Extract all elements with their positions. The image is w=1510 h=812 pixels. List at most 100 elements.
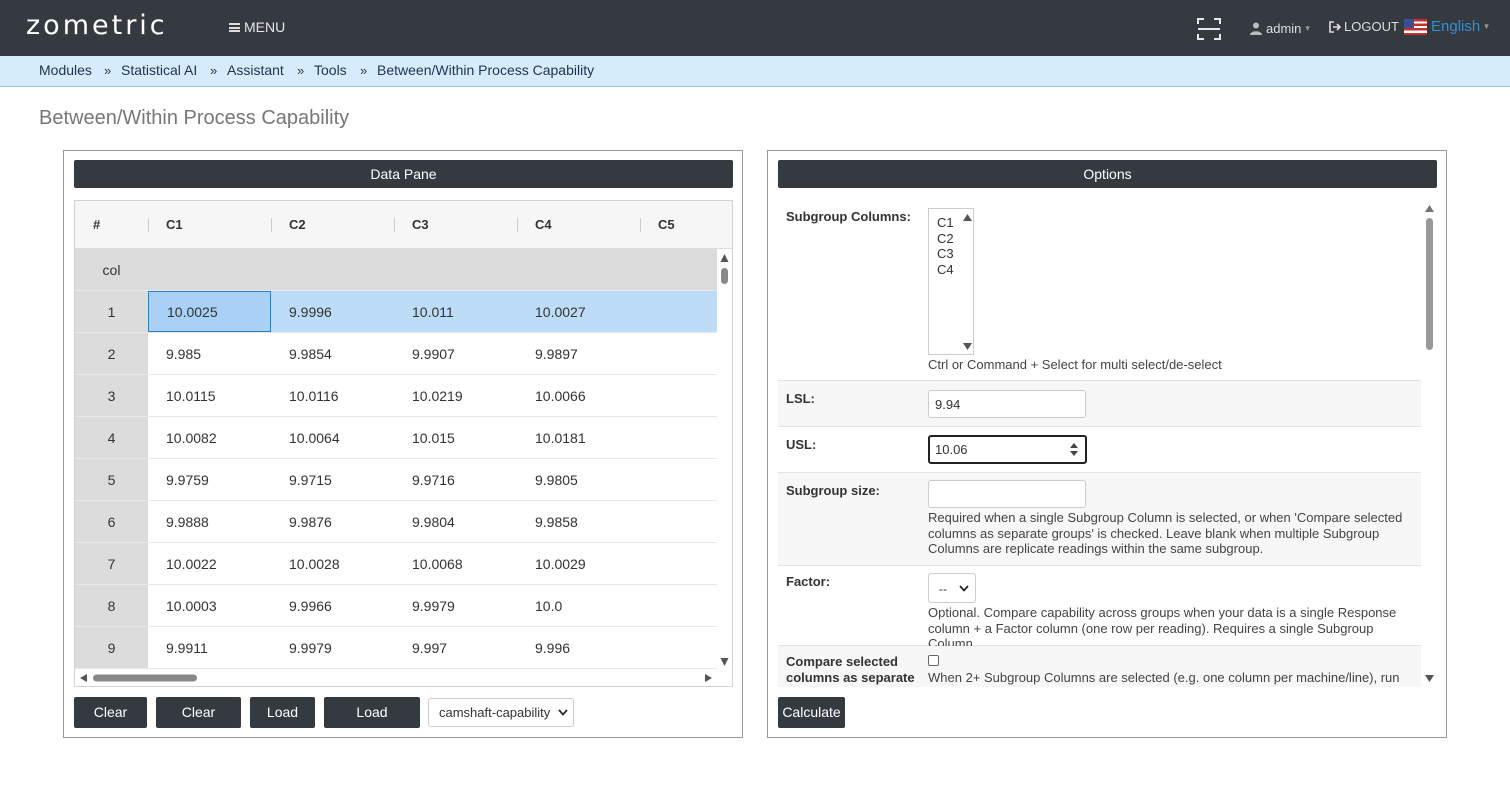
table-cell[interactable]: 9.9804 bbox=[394, 501, 517, 542]
table-row[interactable]: 4 10.0082 10.0064 10.015 10.0181 bbox=[75, 417, 717, 459]
table-cell[interactable]: 9.9888 bbox=[148, 501, 271, 542]
table-cell[interactable] bbox=[640, 585, 717, 626]
table-cell[interactable]: 10.0003 bbox=[148, 585, 271, 626]
column-divider[interactable] bbox=[394, 218, 395, 232]
table-cell[interactable] bbox=[640, 375, 717, 416]
row-index[interactable]: 1 bbox=[75, 291, 148, 332]
table-cell[interactable]: 9.997 bbox=[394, 627, 517, 668]
breadcrumb-statistical-ai[interactable]: Statistical AI bbox=[121, 62, 197, 78]
calculate-button[interactable]: Calculate bbox=[778, 697, 845, 728]
table-cell[interactable] bbox=[640, 333, 717, 374]
number-spinner-icon[interactable] bbox=[1069, 441, 1079, 458]
lsl-input[interactable]: 9.94 bbox=[928, 390, 1086, 418]
row-index[interactable]: 3 bbox=[75, 375, 148, 416]
table-cell[interactable] bbox=[640, 501, 717, 542]
table-cell[interactable]: 10.015 bbox=[394, 417, 517, 458]
listbox-scrollbar[interactable] bbox=[962, 212, 973, 352]
table-cell[interactable]: 9.9716 bbox=[394, 459, 517, 500]
row-index[interactable]: 6 bbox=[75, 501, 148, 542]
load-file-button[interactable]: Load File bbox=[250, 697, 315, 751]
breadcrumb-assistant[interactable]: Assistant bbox=[227, 62, 284, 78]
data-grid[interactable]: # C1 C2 C3 C4 C5 col 1 10.0025 9.9996 10.01… bbox=[74, 200, 733, 687]
row-index[interactable]: 7 bbox=[75, 543, 148, 584]
table-cell[interactable]: 9.9979 bbox=[271, 627, 394, 668]
column-divider[interactable] bbox=[517, 218, 518, 232]
table-cell[interactable]: 10.0116 bbox=[271, 375, 394, 416]
table-cell[interactable]: 10.0022 bbox=[148, 543, 271, 584]
compare-checkbox[interactable] bbox=[928, 655, 939, 666]
table-cell[interactable] bbox=[640, 417, 717, 458]
row-index[interactable]: 2 bbox=[75, 333, 148, 374]
vertical-scrollbar[interactable] bbox=[717, 249, 732, 670]
menu-button[interactable]: MENU bbox=[229, 19, 285, 35]
table-cell[interactable]: 10.0025 bbox=[148, 291, 271, 332]
table-cell[interactable] bbox=[640, 459, 717, 500]
row-index[interactable]: 9 bbox=[75, 627, 148, 668]
table-cell[interactable]: 9.9911 bbox=[148, 627, 271, 668]
breadcrumb-tools[interactable]: Tools bbox=[314, 62, 347, 78]
table-row[interactable]: 1 10.0025 9.9996 10.011 10.0027 bbox=[75, 291, 717, 333]
factor-select[interactable]: -- bbox=[928, 573, 976, 603]
table-cell[interactable]: 10.0029 bbox=[517, 543, 640, 584]
column-header-c3[interactable]: C3 bbox=[412, 201, 429, 249]
row-index[interactable]: 8 bbox=[75, 585, 148, 626]
table-row[interactable]: 3 10.0115 10.0116 10.0219 10.0066 bbox=[75, 375, 717, 417]
table-cell[interactable]: 9.9897 bbox=[517, 333, 640, 374]
table-cell[interactable]: 9.9876 bbox=[271, 501, 394, 542]
table-cell[interactable] bbox=[640, 543, 717, 584]
row-index[interactable]: 5 bbox=[75, 459, 148, 500]
clear-output-button[interactable]: Clear Output bbox=[156, 697, 241, 751]
table-cell[interactable]: 9.9966 bbox=[271, 585, 394, 626]
usl-input[interactable]: 10.06 bbox=[928, 435, 1087, 464]
table-row[interactable]: 8 10.0003 9.9966 9.9979 10.0 bbox=[75, 585, 717, 627]
table-cell[interactable]: 10.0082 bbox=[148, 417, 271, 458]
table-cell[interactable]: 10.0066 bbox=[517, 375, 640, 416]
table-cell[interactable]: 9.9805 bbox=[517, 459, 640, 500]
options-scrollbar[interactable] bbox=[1422, 200, 1437, 687]
table-cell[interactable]: 10.0068 bbox=[394, 543, 517, 584]
column-header-c1[interactable]: C1 bbox=[166, 201, 183, 249]
row-index[interactable]: 4 bbox=[75, 417, 148, 458]
language-selector[interactable]: English ▾ bbox=[1404, 18, 1489, 35]
table-cell[interactable]: 9.9854 bbox=[271, 333, 394, 374]
vertical-scrollbar-track[interactable] bbox=[717, 249, 732, 670]
table-row[interactable]: 5 9.9759 9.9715 9.9716 9.9805 bbox=[75, 459, 717, 501]
column-header-c2[interactable]: C2 bbox=[289, 201, 306, 249]
table-cell[interactable]: 10.0064 bbox=[271, 417, 394, 458]
table-row[interactable]: 9 9.9911 9.9979 9.997 9.996 bbox=[75, 627, 717, 669]
clear-data-button[interactable]: Clear Data bbox=[74, 697, 147, 751]
app-logo[interactable]: zometric bbox=[26, 10, 168, 41]
table-row[interactable]: 6 9.9888 9.9876 9.9804 9.9858 bbox=[75, 501, 717, 543]
logout-link[interactable]: LOGOUT bbox=[1329, 19, 1399, 34]
table-cell[interactable]: 10.011 bbox=[394, 291, 517, 332]
column-divider[interactable] bbox=[640, 218, 641, 232]
example-select[interactable]: camshaft-capability bbox=[428, 698, 574, 727]
table-cell[interactable]: 9.985 bbox=[148, 333, 271, 374]
table-cell[interactable]: 9.9979 bbox=[394, 585, 517, 626]
table-cell[interactable]: 10.0 bbox=[517, 585, 640, 626]
table-row[interactable]: 2 9.985 9.9854 9.9907 9.9897 bbox=[75, 333, 717, 375]
column-header-c5[interactable]: C5 bbox=[658, 201, 675, 249]
subgroup-size-input[interactable] bbox=[928, 480, 1086, 508]
load-example-button[interactable]: Load Example bbox=[324, 697, 420, 751]
subgroup-columns-listbox[interactable]: C1 C2 C3 C4 bbox=[928, 208, 974, 355]
user-menu[interactable]: admin ▾ bbox=[1250, 21, 1310, 36]
table-cell[interactable]: 9.9715 bbox=[271, 459, 394, 500]
table-cell[interactable]: 9.9996 bbox=[271, 291, 394, 332]
column-divider[interactable] bbox=[271, 218, 272, 232]
scan-icon[interactable] bbox=[1197, 17, 1221, 41]
table-row[interactable]: 7 10.0022 10.0028 10.0068 10.0029 bbox=[75, 543, 717, 585]
table-cell[interactable]: 9.9759 bbox=[148, 459, 271, 500]
table-cell[interactable]: 9.9907 bbox=[394, 333, 517, 374]
table-cell[interactable]: 10.0115 bbox=[148, 375, 271, 416]
horizontal-scrollbar-track[interactable] bbox=[75, 670, 732, 686]
column-header-c4[interactable]: C4 bbox=[535, 201, 552, 249]
table-cell[interactable]: 9.9858 bbox=[517, 501, 640, 542]
table-cell[interactable] bbox=[640, 291, 717, 332]
table-cell[interactable]: 10.0181 bbox=[517, 417, 640, 458]
table-cell[interactable]: 10.0219 bbox=[394, 375, 517, 416]
table-cell[interactable]: 10.0028 bbox=[271, 543, 394, 584]
table-cell[interactable]: 10.0027 bbox=[517, 291, 640, 332]
horizontal-scrollbar[interactable] bbox=[75, 670, 732, 686]
breadcrumb-modules[interactable]: Modules bbox=[39, 62, 92, 78]
